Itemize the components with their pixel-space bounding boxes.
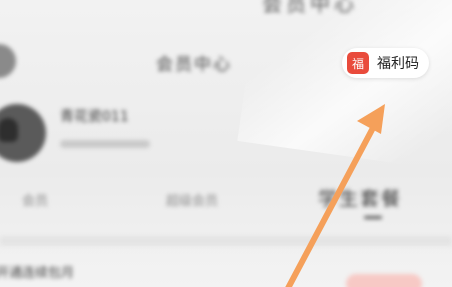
tab-super-member[interactable]: 超级会员 (166, 190, 218, 209)
avatar[interactable] (0, 104, 46, 162)
price-tag[interactable] (346, 274, 422, 287)
active-tab-indicator (364, 216, 382, 219)
fu-icon: 福 (347, 52, 369, 74)
user-name: 青花瓷011 (60, 109, 129, 125)
user-subtitle (60, 140, 150, 148)
list-item[interactable]: 开通连续包月 (0, 262, 74, 281)
page-title: 会员中心 (156, 55, 232, 75)
app-screen: 会员中心 会员中心 青花瓷011 会员 超级会员 学生套餐 开通连续包月 福 福… (0, 0, 452, 287)
avatar-silhouette-icon (0, 118, 18, 142)
status-top-text: 会员中心 (262, 0, 358, 16)
tab-student-package[interactable]: 学生套餐 (318, 184, 402, 211)
welfare-code-button[interactable]: 福 福利码 (342, 48, 429, 78)
tab-member[interactable]: 会员 (22, 190, 48, 209)
blurred-background: 会员中心 会员中心 青花瓷011 会员 超级会员 学生套餐 开通连续包月 (0, 0, 452, 287)
back-button[interactable] (0, 44, 16, 78)
welfare-code-label: 福利码 (377, 56, 419, 72)
section-divider (0, 236, 452, 246)
